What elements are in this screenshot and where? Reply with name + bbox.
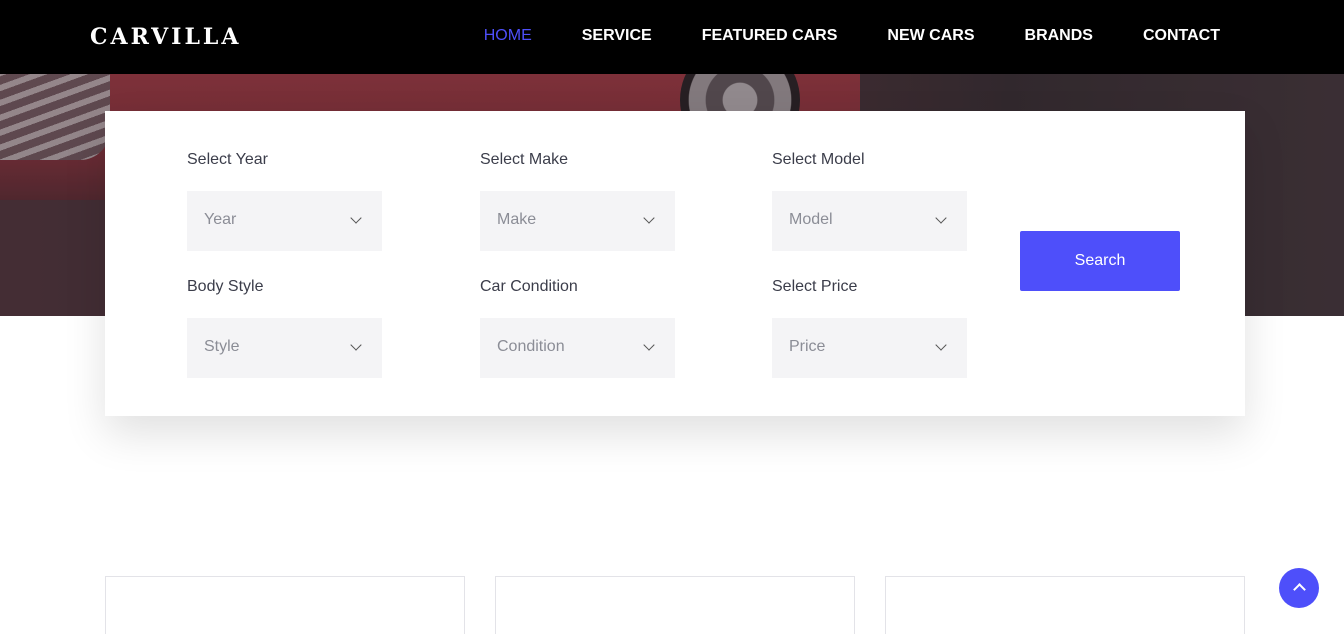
chevron-up-icon	[1293, 583, 1306, 596]
car-search-panel: Select Year Year Select Make Make Select…	[105, 111, 1245, 416]
chevron-down-icon	[350, 212, 362, 224]
price-field: Select Price Price	[772, 278, 967, 378]
body-style-label: Body Style	[187, 278, 264, 295]
chevron-down-icon	[643, 339, 655, 351]
condition-select-value: Condition	[497, 338, 565, 355]
chevron-down-icon	[643, 212, 655, 224]
body-style-field: Body Style Style	[187, 278, 382, 378]
chevron-down-icon	[935, 212, 947, 224]
model-select-value: Model	[789, 211, 833, 228]
condition-field: Car Condition Condition	[480, 278, 675, 378]
make-select[interactable]: Make	[480, 191, 675, 251]
top-navbar: CARVILLA HOME SERVICE FEATURED CARS NEW …	[0, 0, 1344, 74]
back-to-top-button[interactable]	[1279, 568, 1319, 608]
model-field: Select Model Model	[772, 151, 967, 251]
body-style-select-value: Style	[204, 338, 240, 355]
price-select-value: Price	[789, 338, 826, 355]
search-button[interactable]: Search	[1020, 231, 1180, 291]
price-label: Select Price	[772, 278, 858, 295]
nav-item-contact[interactable]: CONTACT	[1143, 27, 1220, 45]
nav-item-brands[interactable]: BRANDS	[1025, 27, 1093, 45]
model-label: Select Model	[772, 151, 865, 168]
condition-select[interactable]: Condition	[480, 318, 675, 378]
year-field: Select Year Year	[187, 151, 382, 251]
chevron-down-icon	[935, 339, 947, 351]
make-field: Select Make Make	[480, 151, 675, 251]
condition-label: Car Condition	[480, 278, 578, 295]
site-logo[interactable]: CARVILLA	[90, 24, 241, 50]
service-card	[105, 576, 465, 634]
service-card	[495, 576, 855, 634]
chevron-down-icon	[350, 339, 362, 351]
year-label: Select Year	[187, 151, 268, 168]
nav-item-new-cars[interactable]: NEW CARS	[887, 27, 974, 45]
year-select-value: Year	[204, 211, 237, 228]
nav-item-home[interactable]: HOME	[484, 27, 532, 45]
make-select-value: Make	[497, 211, 537, 228]
make-label: Select Make	[480, 151, 569, 168]
nav-item-service[interactable]: SERVICE	[582, 27, 652, 45]
main-nav: HOME SERVICE FEATURED CARS NEW CARS BRAN…	[484, 27, 1220, 45]
nav-item-featured-cars[interactable]: FEATURED CARS	[702, 27, 838, 45]
body-style-select[interactable]: Style	[187, 318, 382, 378]
model-select[interactable]: Model	[772, 191, 967, 251]
price-select[interactable]: Price	[772, 318, 967, 378]
service-card	[885, 576, 1245, 634]
year-select[interactable]: Year	[187, 191, 382, 251]
